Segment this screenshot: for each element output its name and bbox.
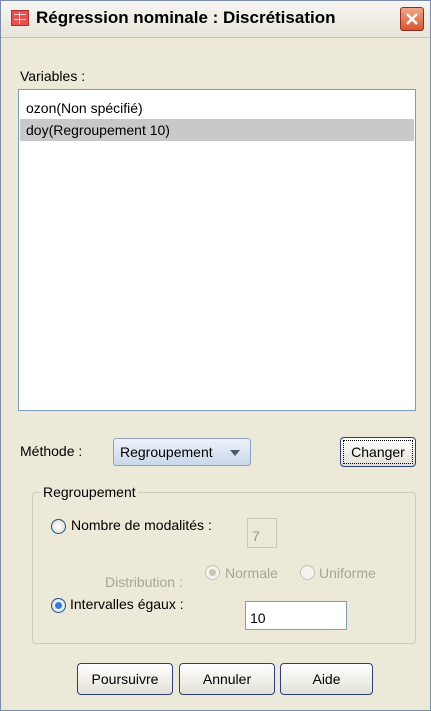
num-categories-radio[interactable]	[51, 519, 66, 534]
normal-label: Normale	[225, 565, 278, 581]
uniform-radio[interactable]	[300, 565, 315, 580]
help-button[interactable]: Aide	[280, 663, 373, 695]
focus-ring	[343, 440, 413, 464]
normal-radio[interactable]	[205, 565, 220, 580]
equal-intervals-label: Intervalles égaux :	[70, 596, 184, 612]
uniform-label: Uniforme	[319, 565, 376, 581]
equal-intervals-radio[interactable]	[51, 598, 66, 613]
title-bar[interactable]: Régression nominale : Discrétisation	[1, 1, 430, 38]
variables-label: Variables :	[20, 68, 86, 84]
method-dropdown[interactable]: Regroupement	[113, 438, 251, 466]
table-app-icon	[11, 10, 29, 26]
list-item-label: ozon(Non spécifié)	[26, 100, 143, 116]
help-button-label: Aide	[312, 671, 341, 687]
method-label: Méthode :	[20, 443, 83, 459]
continue-button[interactable]: Poursuivre	[77, 663, 173, 695]
num-categories-label: Nombre de modalités :	[71, 517, 212, 533]
dropdown-arrow-icon	[230, 450, 240, 456]
close-icon	[406, 13, 418, 25]
equal-intervals-input[interactable]: 10	[245, 601, 347, 630]
list-item[interactable]: ozon(Non spécifié)	[20, 97, 414, 119]
close-button[interactable]	[400, 7, 424, 31]
cancel-button[interactable]: Annuler	[179, 663, 275, 695]
list-item[interactable]: doy(Regroupement 10)	[20, 119, 414, 141]
grouping-legend: Regroupement	[41, 484, 138, 500]
change-button[interactable]: Changer	[340, 437, 416, 467]
cancel-button-label: Annuler	[202, 671, 252, 687]
dialog-window: Régression nominale : Discrétisation Var…	[0, 0, 431, 711]
window-title: Régression nominale : Discrétisation	[36, 8, 336, 27]
distribution-label: Distribution :	[105, 574, 183, 590]
num-categories-input[interactable]: 7	[247, 518, 277, 548]
variables-list[interactable]: ozon(Non spécifié) doy(Regroupement 10)	[18, 89, 416, 411]
method-selected-value: Regroupement	[120, 444, 213, 460]
list-item-label: doy(Regroupement 10)	[26, 122, 170, 138]
continue-button-label: Poursuivre	[91, 671, 159, 687]
